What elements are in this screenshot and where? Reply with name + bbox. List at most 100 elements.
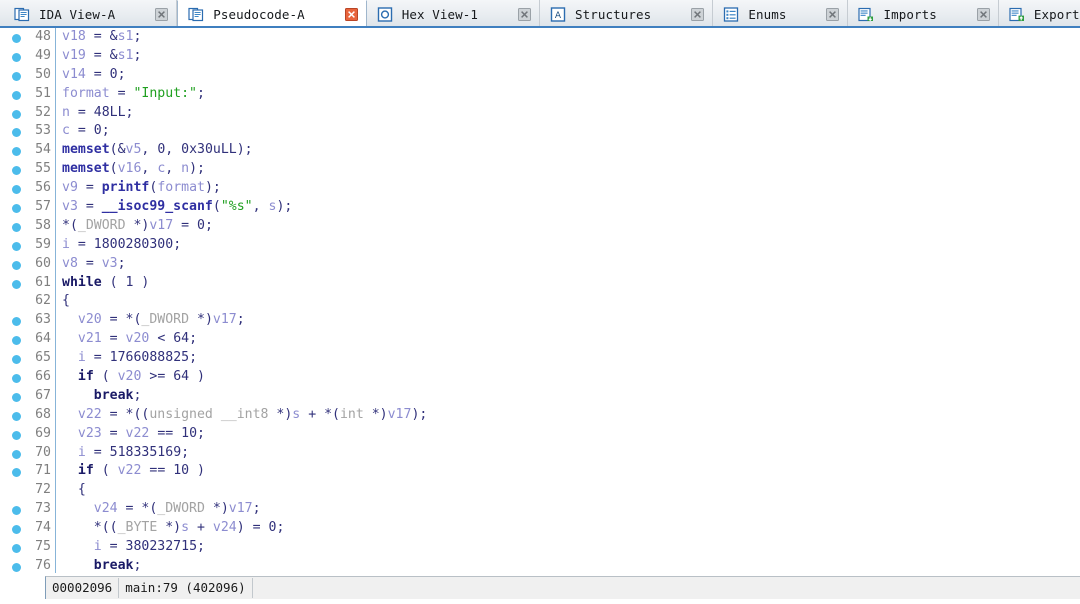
- code-line[interactable]: 48 v18 = &s1;: [0, 28, 1080, 47]
- line-number: 51: [35, 85, 51, 101]
- token-var: v8: [62, 255, 78, 271]
- token-var: v20: [117, 369, 142, 385]
- token-plain: {: [62, 293, 70, 309]
- token-plain: >=: [141, 369, 174, 385]
- code-line[interactable]: 67 break;: [0, 387, 1080, 406]
- line-number: 75: [35, 539, 51, 555]
- code-line[interactable]: 52 n = 48LL;: [0, 104, 1080, 123]
- token-var: s1: [117, 29, 134, 44]
- token-plain: ;: [133, 29, 142, 44]
- token-var: v22: [77, 406, 102, 422]
- close-icon[interactable]: [976, 7, 990, 21]
- code-line[interactable]: 66 if ( v20 >= 64 ): [0, 368, 1080, 387]
- token-plain: ;: [133, 387, 142, 403]
- token-str: "%s": [220, 199, 253, 215]
- tab-enums[interactable]: Enums: [713, 0, 849, 26]
- token-plain: *): [212, 501, 229, 517]
- token-var: n: [181, 161, 190, 177]
- code-line[interactable]: 53 c = 0;: [0, 122, 1080, 141]
- code-text: v24 = *(_DWORD *)v17;: [62, 500, 261, 519]
- code-line[interactable]: 56 v9 = printf(format);: [0, 179, 1080, 198]
- exports-icon: [1009, 7, 1024, 21]
- code-text: v14 = 0;: [62, 66, 126, 85]
- code-text: v22 = *((unsigned __int8 *)s + *(int *)v…: [62, 406, 427, 425]
- token-kw: if: [77, 463, 94, 479]
- token-type: _DWORD: [141, 312, 197, 328]
- token-var: v3: [62, 199, 78, 215]
- code-line[interactable]: 71 if ( v22 == 10 ): [0, 462, 1080, 481]
- tab-ida-view-a[interactable]: IDA View-A: [0, 0, 178, 26]
- code-line[interactable]: 58 *(_DWORD *)v17 = 0;: [0, 217, 1080, 236]
- code-line[interactable]: 55 memset(v16, c, n);: [0, 160, 1080, 179]
- code-line[interactable]: 65 i = 1766088825;: [0, 349, 1080, 368]
- line-number: 70: [35, 444, 51, 460]
- code-line[interactable]: 62 {: [0, 292, 1080, 311]
- token-plain: ): [189, 369, 205, 385]
- line-number: 50: [35, 66, 51, 82]
- code-line[interactable]: 72 {: [0, 481, 1080, 500]
- token-var: v18: [62, 29, 86, 44]
- code-line[interactable]: 69 v23 = v22 == 10;: [0, 425, 1080, 444]
- token-plain: (: [93, 369, 118, 385]
- imports-icon: [858, 7, 874, 21]
- token-type: _BYTE: [117, 520, 166, 536]
- close-icon[interactable]: [518, 7, 532, 21]
- code-line[interactable]: 49 v19 = &s1;: [0, 47, 1080, 66]
- tab-pseudocode-a[interactable]: Pseudocode-A: [177, 0, 367, 26]
- tab-label: Pseudocode-A: [213, 7, 305, 22]
- line-number: 69: [35, 425, 51, 441]
- token-kw: while: [62, 274, 102, 290]
- code-line[interactable]: 75 i = 380232715;: [0, 538, 1080, 557]
- code-line[interactable]: 68 v22 = *((unsigned __int8 *)s + *(int …: [0, 406, 1080, 425]
- token-plain: ;: [236, 312, 245, 328]
- code-text: i = 380232715;: [62, 538, 205, 557]
- token-plain: + *(: [300, 406, 340, 422]
- token-fn: memset: [62, 142, 110, 158]
- code-line[interactable]: 63 v20 = *(_DWORD *)v17;: [0, 311, 1080, 330]
- code-line[interactable]: 54 memset(&v5, 0, 0x30uLL);: [0, 141, 1080, 160]
- code-line[interactable]: 70 i = 518335169;: [0, 444, 1080, 463]
- token-var: v5: [125, 142, 142, 158]
- tab-label: Imports: [883, 6, 937, 22]
- token-kw: break: [93, 387, 134, 403]
- code-line[interactable]: 64 v21 = v20 < 64;: [0, 330, 1080, 349]
- code-text: memset(&v5, 0, 0x30uLL);: [62, 141, 253, 160]
- tab-imports[interactable]: Imports: [848, 0, 999, 26]
- code-line[interactable]: 74 *((_BYTE *)s + v24) = 0;: [0, 519, 1080, 538]
- tab-hex-view-1[interactable]: Hex View-1: [367, 0, 541, 26]
- token-plain: (: [212, 199, 221, 215]
- code-line[interactable]: 59 i = 1800280300;: [0, 236, 1080, 255]
- close-icon[interactable]: [826, 7, 840, 21]
- close-icon[interactable]: [344, 8, 358, 21]
- token-fn: printf: [101, 180, 150, 196]
- code-line[interactable]: 60 v8 = v3;: [0, 255, 1080, 274]
- code-text: n = 48LL;: [62, 104, 134, 123]
- token-var: v22: [117, 463, 142, 479]
- token-num: 1800280300: [93, 236, 174, 252]
- close-icon[interactable]: [155, 7, 169, 21]
- code-line[interactable]: 57 v3 = __isoc99_scanf("%s", s);: [0, 198, 1080, 217]
- token-var: format: [62, 85, 110, 101]
- token-plain: ;: [101, 123, 110, 139]
- code-line[interactable]: 51 format = "Input:";: [0, 85, 1080, 104]
- pseudocode-editor[interactable]: 48 v18 = &s1; 49 v19 = &s1; 50 v14 = 0; 51 form…: [0, 28, 1080, 573]
- code-text: v3 = __isoc99_scanf("%s", s);: [62, 198, 292, 217]
- line-number: 56: [35, 180, 51, 196]
- code-line[interactable]: 73 v24 = *(_DWORD *)v17;: [0, 500, 1080, 519]
- token-num: 380232715: [125, 539, 198, 555]
- tab-exports[interactable]: Exports: [999, 0, 1080, 26]
- code-line[interactable]: 61 while ( 1 ): [0, 274, 1080, 293]
- code-line[interactable]: 50 v14 = 0;: [0, 66, 1080, 85]
- code-text: if ( v20 >= 64 ): [62, 368, 205, 387]
- line-number: 54: [35, 142, 51, 158]
- code-text: *(_DWORD *)v17 = 0;: [62, 217, 213, 236]
- token-fn: memset: [62, 161, 110, 177]
- code-text: if ( v22 == 10 ): [62, 462, 205, 481]
- close-icon[interactable]: [691, 7, 705, 21]
- code-line[interactable]: 76 break;: [0, 557, 1080, 573]
- tab-structures[interactable]: A Structures: [540, 0, 714, 26]
